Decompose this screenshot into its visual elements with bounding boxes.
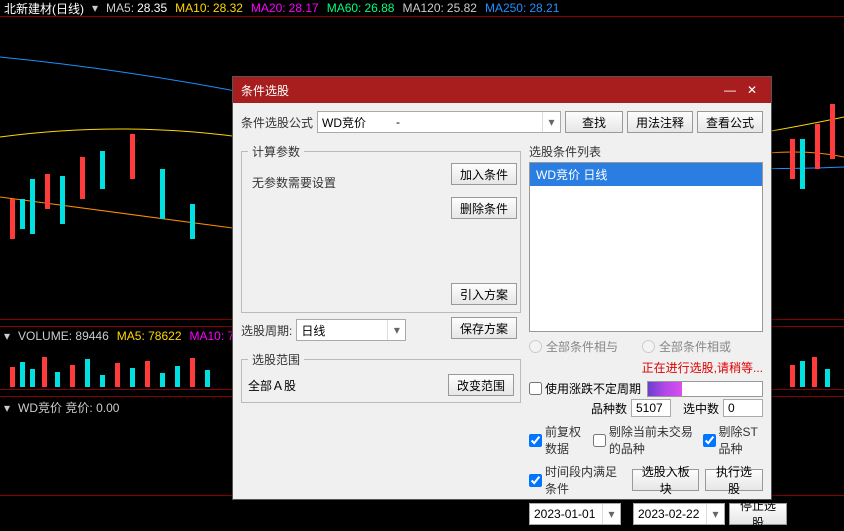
delete-condition-button[interactable]: 删除条件	[451, 197, 517, 219]
wd-label: ▾ WD竞价 竞价: 0.00	[4, 399, 119, 416]
period-select[interactable]: 日线 ▾	[296, 319, 406, 341]
condition-list[interactable]: WD竞价 日线	[529, 162, 763, 332]
ma10: MA10: 28.32	[175, 1, 243, 15]
scope-legend: 选股范围	[248, 351, 304, 368]
fq-checkbox[interactable]: 前复权数据	[529, 423, 587, 457]
status-text: 正在进行选股,请稍等...	[529, 359, 763, 376]
count-sel-label: 选中数	[683, 400, 719, 417]
condition-list-group: 选股条件列表 WD竞价 日线	[529, 143, 763, 332]
import-plan-button[interactable]: 引入方案	[451, 283, 517, 305]
chevron-down-icon[interactable]: ▾	[542, 112, 560, 132]
to-block-button[interactable]: 选股入板块	[632, 469, 699, 491]
ma20: MA20: 28.17	[251, 1, 319, 15]
radio-and[interactable]: 全部条件相与	[529, 338, 618, 355]
chevron-down-icon[interactable]: ▾	[92, 1, 98, 15]
formula-select[interactable]: WD竞价 - ▾	[317, 111, 561, 133]
ma-header: 北新建材(日线) ▾ MA5: 28.35 MA10: 28.32 MA20: …	[0, 0, 844, 16]
stock-filter-dialog: 条件选股 — ✕ 条件选股公式 WD竞价 - ▾ 查找 用法注释 查看公式 计算…	[232, 76, 772, 500]
date-from-input[interactable]: 2023-01-01 ▾	[529, 503, 621, 525]
volume-label: ▾ VOLUME: 89446 MA5: 78622 MA10: 77	[4, 329, 241, 343]
find-button[interactable]: 查找	[565, 111, 623, 133]
radio-or[interactable]: 全部条件相或	[642, 338, 731, 355]
stop-filter-button[interactable]: 停止选股	[729, 503, 787, 525]
ma120: MA120: 25.82	[402, 1, 476, 15]
usage-button[interactable]: 用法注释	[627, 111, 693, 133]
view-formula-button[interactable]: 查看公式	[697, 111, 763, 133]
ma250: MA250: 28.21	[485, 1, 559, 15]
count-kind-label: 品种数	[591, 400, 627, 417]
save-plan-button[interactable]: 保存方案	[451, 317, 517, 339]
chevron-down-icon[interactable]: ▾	[4, 401, 10, 415]
period-label: 选股周期:	[241, 322, 292, 339]
chevron-down-icon[interactable]: ▾	[4, 329, 10, 343]
irregular-period-checkbox[interactable]: 使用涨跌不定周期	[529, 380, 641, 397]
count-sel-value: 0	[723, 399, 763, 417]
add-condition-button[interactable]: 加入条件	[451, 163, 517, 185]
condition-buttons: 加入条件 删除条件 引入方案 保存方案	[451, 163, 517, 339]
dialog-title-bar[interactable]: 条件选股 — ✕	[233, 77, 771, 103]
excl-nontrade-checkbox[interactable]: 剔除当前未交易的品种	[593, 423, 697, 457]
symbol-name: 北新建材(日线)	[4, 0, 84, 17]
date-separator: -	[625, 507, 629, 521]
chevron-down-icon[interactable]: ▾	[706, 504, 724, 524]
calc-legend: 计算参数	[248, 143, 304, 160]
run-filter-button[interactable]: 执行选股	[705, 469, 763, 491]
dialog-title: 条件选股	[241, 82, 719, 99]
cond-list-legend: 选股条件列表	[529, 143, 601, 160]
minimize-icon[interactable]: —	[719, 81, 741, 99]
date-to-input[interactable]: 2023-02-22 ▾	[633, 503, 725, 525]
scope-value: 全部Ａ股	[248, 377, 296, 394]
ma60: MA60: 26.88	[327, 1, 395, 15]
change-scope-button[interactable]: 改变范围	[448, 374, 514, 396]
chevron-down-icon[interactable]: ▾	[387, 320, 405, 340]
formula-label: 条件选股公式	[241, 114, 313, 131]
ma5: MA5: 28.35	[106, 1, 167, 15]
scope-group: 选股范围 全部Ａ股 改变范围	[241, 351, 521, 403]
list-item[interactable]: WD竞价 日线	[530, 163, 762, 186]
progress-bar	[647, 381, 763, 397]
close-icon[interactable]: ✕	[741, 81, 763, 99]
timespan-checkbox[interactable]: 时间段内满足条件	[529, 463, 626, 497]
chevron-down-icon[interactable]: ▾	[602, 504, 620, 524]
excl-st-checkbox[interactable]: 剔除ST品种	[703, 423, 763, 457]
count-kind-value: 5107	[631, 399, 671, 417]
